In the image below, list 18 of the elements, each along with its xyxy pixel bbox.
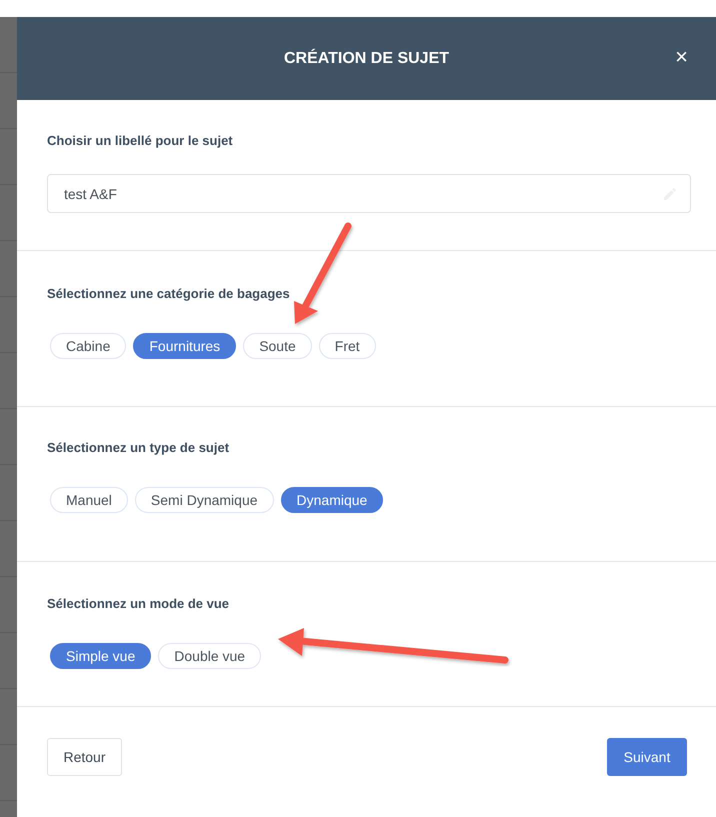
option-pill[interactable]: Simple vue (50, 643, 152, 669)
dialog-title: CRÉATION DE SUJET (284, 50, 450, 68)
next-button[interactable]: Suivant (607, 738, 687, 776)
back-button[interactable]: Retour (47, 738, 122, 776)
section-label: Sélectionnez un mode de vue (47, 596, 230, 611)
section-label: Sélectionnez une catégorie de bagages (47, 286, 291, 301)
option-pill[interactable]: Fret (318, 333, 376, 359)
option-pill[interactable]: Dynamique (280, 487, 384, 513)
close-button[interactable]: × (675, 47, 688, 67)
option-pill[interactable]: Double vue (158, 643, 262, 669)
option-pill[interactable]: Cabine (50, 333, 126, 359)
field-label: Choisir un libellé pour le sujet (47, 133, 234, 148)
option-pill[interactable]: Fournitures (133, 333, 236, 359)
option-pill[interactable]: Soute (243, 333, 312, 359)
option-pill[interactable]: Semi Dynamique (134, 487, 274, 513)
input-field[interactable]: test A&F (47, 174, 691, 213)
option-pill[interactable]: Manuel (50, 487, 128, 513)
section-label: Sélectionnez un type de sujet (47, 440, 230, 455)
